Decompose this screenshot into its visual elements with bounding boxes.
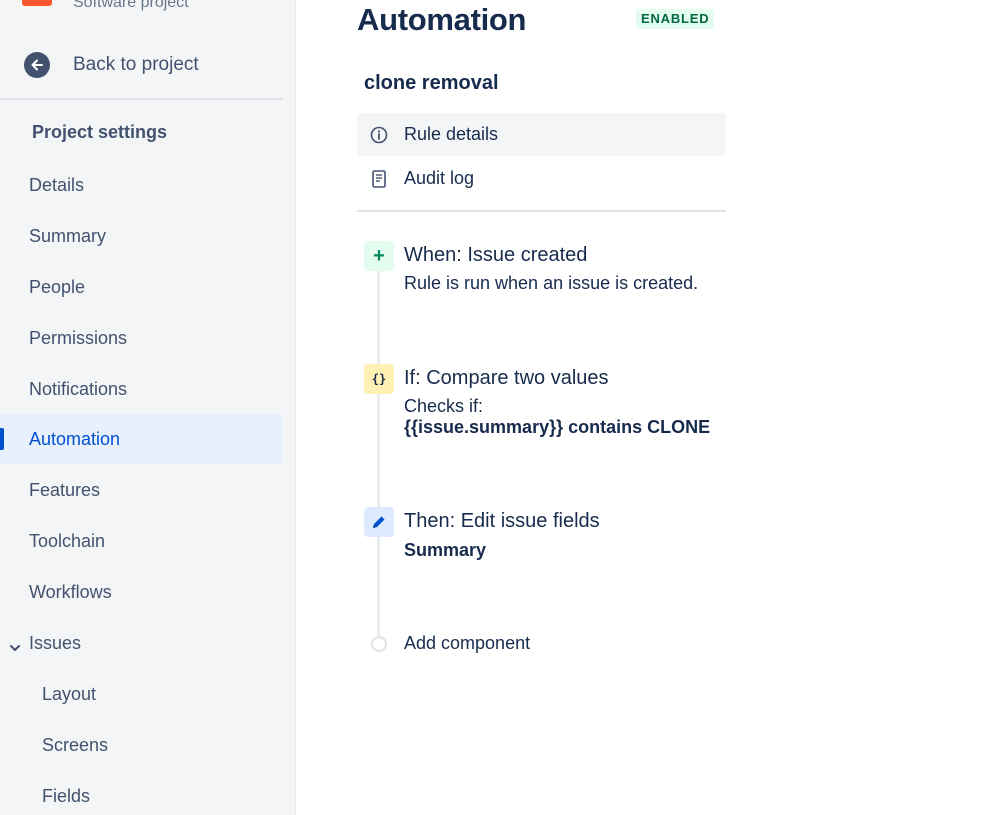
project-avatar[interactable] — [22, 0, 52, 6]
sidebar-item-issues-label: Issues — [29, 632, 82, 653]
document-icon — [357, 169, 401, 188]
action-detail: Summary — [404, 540, 487, 560]
sidebar-item-issues[interactable]: Issues — [0, 618, 283, 668]
sidebar-item-screens[interactable]: Screens — [0, 720, 283, 770]
add-component-circle-icon[interactable] — [371, 636, 387, 652]
sidebar-item-automation[interactable]: Automation — [0, 414, 283, 464]
sidebar-item-features[interactable]: Features — [0, 465, 283, 515]
sidebar-divider — [0, 98, 283, 100]
sidebar-item-workflows[interactable]: Workflows — [0, 567, 283, 617]
sidebar-item-people[interactable]: People — [0, 262, 283, 312]
arrow-left-icon — [24, 52, 50, 78]
condition-detail: {{issue.summary}} contains CLONE — [404, 417, 711, 437]
tab-rule-details-label: Rule details — [404, 124, 499, 144]
trigger-title[interactable]: When: Issue created — [404, 244, 587, 267]
project-settings-heading: Project settings — [32, 122, 168, 142]
back-to-project-label: Back to project — [73, 54, 199, 75]
plus-icon[interactable]: + — [364, 241, 394, 271]
rule-flow-line — [377, 262, 380, 636]
trigger-description: Rule is run when an issue is created. — [404, 273, 699, 293]
sidebar-item-layout[interactable]: Layout — [0, 669, 283, 719]
back-to-project-link[interactable]: Back to project — [24, 52, 199, 78]
sidebar-item-fields[interactable]: Fields — [0, 771, 283, 815]
sidebar-item-toolchain[interactable]: Toolchain — [0, 516, 283, 566]
info-icon — [357, 126, 401, 144]
sidebar-item-notifications[interactable]: Notifications — [0, 364, 283, 414]
project-type-label: Software project — [73, 0, 189, 11]
condition-description: Checks if: — [404, 396, 484, 416]
tab-audit-log[interactable]: Audit log — [357, 157, 726, 200]
sidebar-item-summary[interactable]: Summary — [0, 211, 283, 261]
sidebar-item-permissions[interactable]: Permissions — [0, 313, 283, 363]
tab-audit-log-label: Audit log — [404, 168, 475, 188]
status-badge: ENABLED — [636, 9, 715, 29]
sidebar-item-details[interactable]: Details — [0, 160, 283, 210]
chevron-down-icon — [9, 637, 21, 658]
tab-rule-details[interactable]: Rule details — [357, 113, 726, 156]
braces-icon[interactable]: {} — [364, 364, 394, 394]
add-component-button[interactable]: Add component — [404, 633, 530, 654]
rule-name: clone removal — [364, 72, 499, 94]
condition-title[interactable]: If: Compare two values — [404, 367, 609, 390]
tabs-divider — [357, 210, 726, 212]
page-title: Automation — [357, 2, 527, 37]
action-title[interactable]: Then: Edit issue fields — [404, 510, 600, 533]
project-sidebar: Software project Back to project Project… — [0, 0, 296, 815]
pencil-icon[interactable] — [364, 507, 394, 537]
